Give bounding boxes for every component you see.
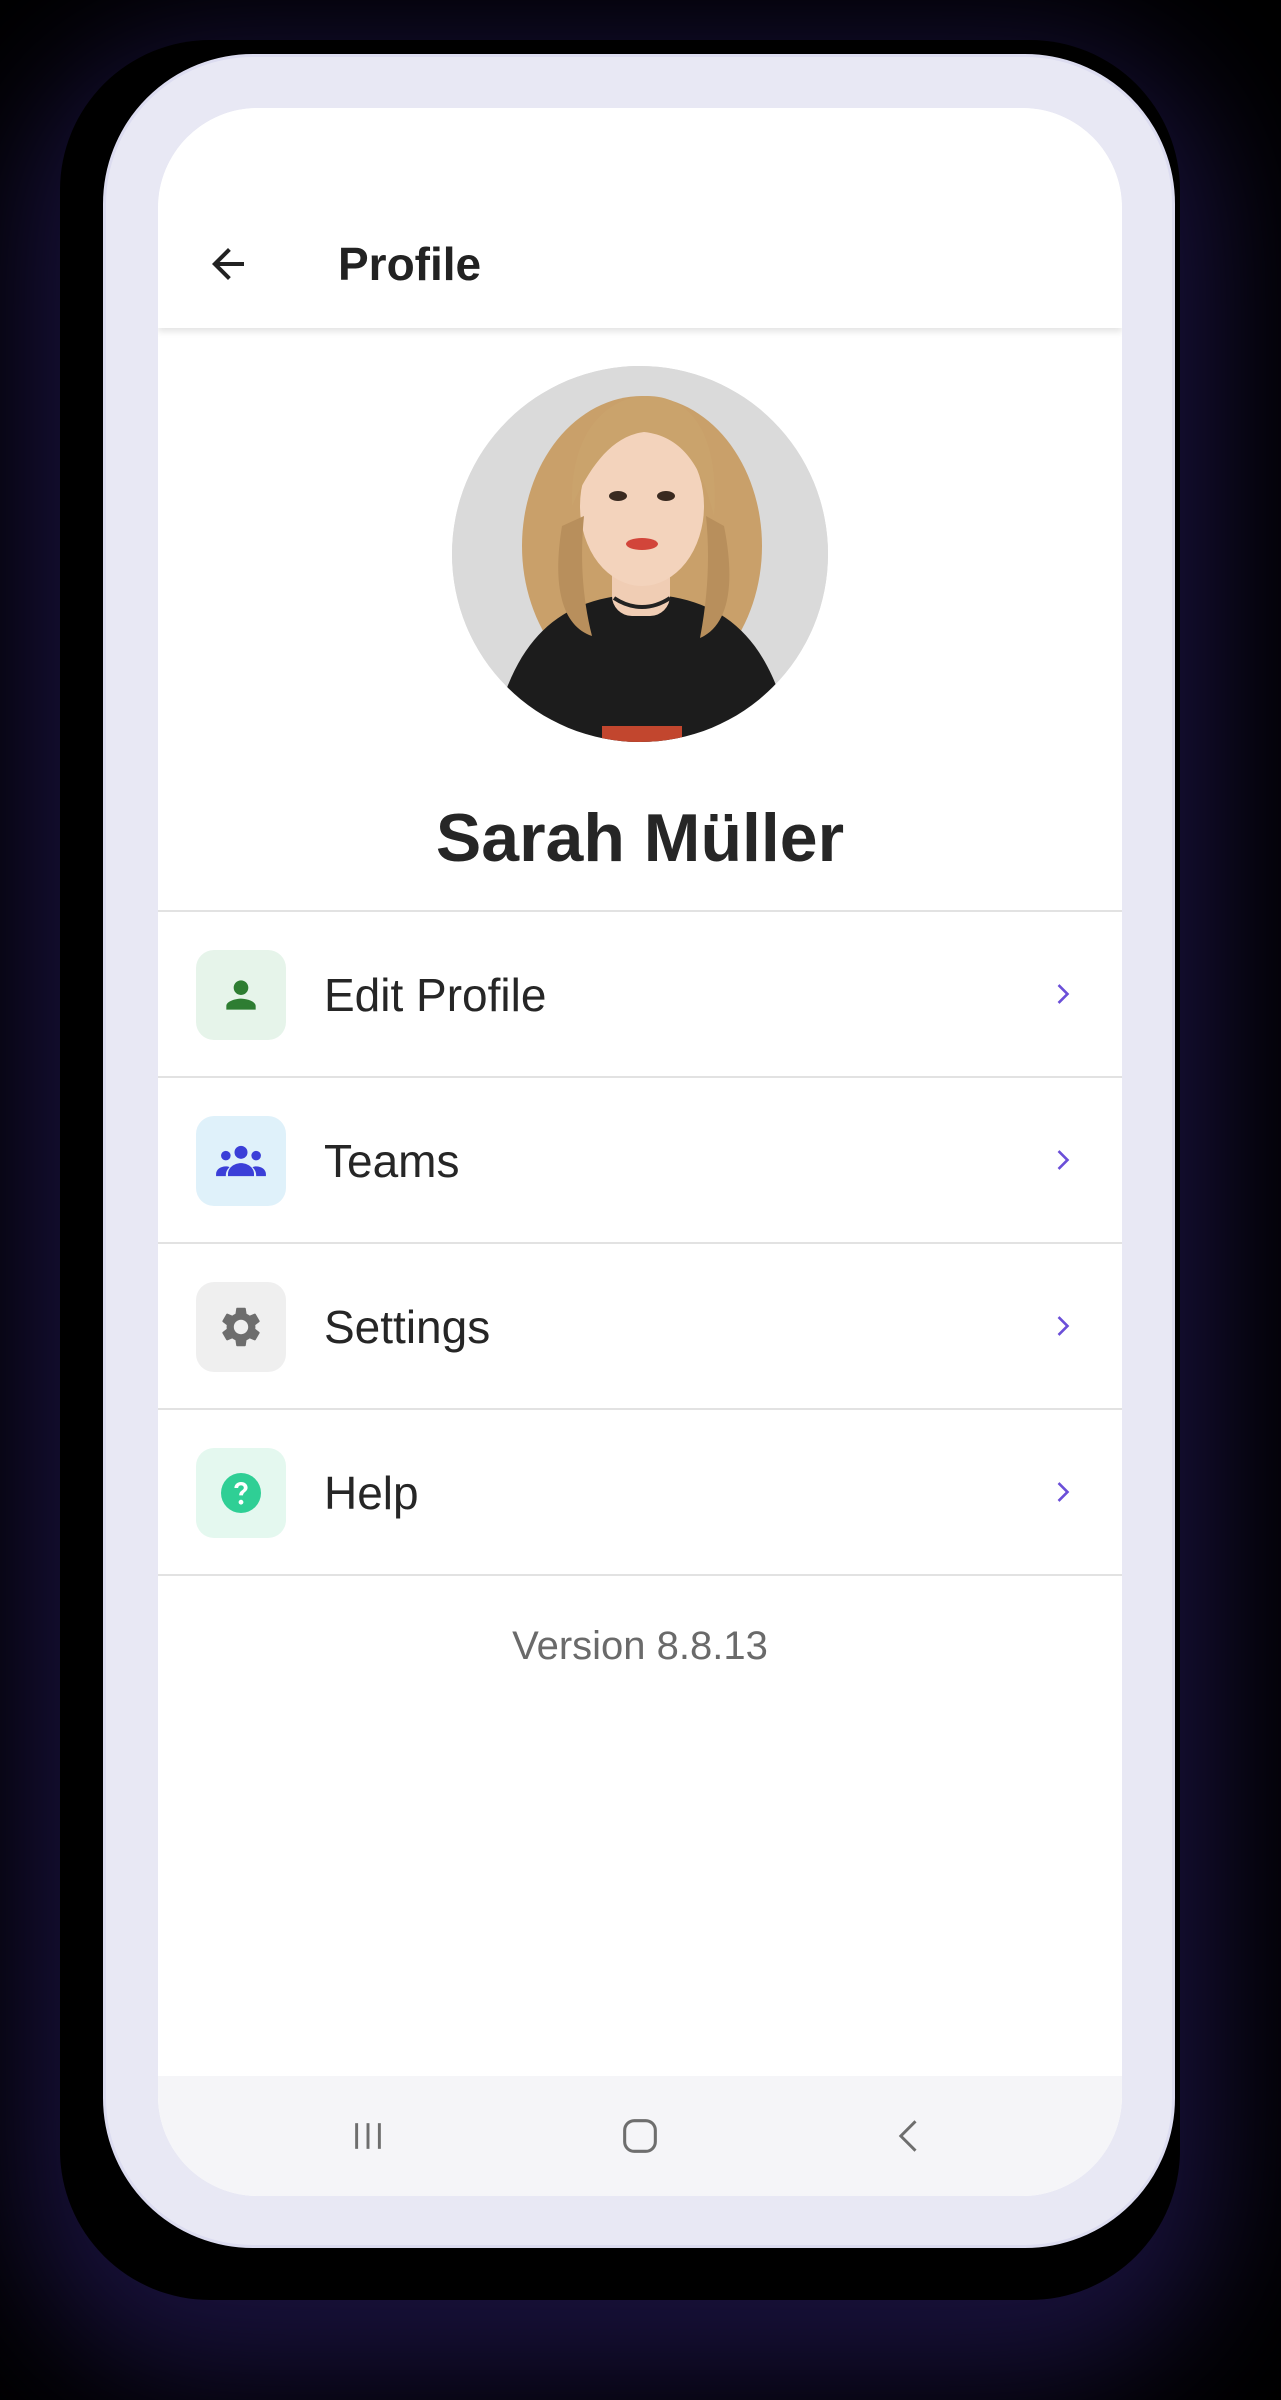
menu-item-settings[interactable]: Settings	[158, 1244, 1122, 1410]
page-title: Profile	[338, 238, 482, 290]
menu-item-edit-profile[interactable]: Edit Profile	[158, 912, 1122, 1078]
chevron-right-icon	[1044, 1306, 1084, 1346]
system-nav-bar	[158, 2076, 1122, 2196]
menu-item-label: Settings	[324, 1301, 491, 1353]
chevron-right-icon	[1044, 974, 1084, 1014]
menu-item-label: Help	[324, 1467, 419, 1519]
help-icon-box	[196, 1448, 286, 1538]
user-name: Sarah Müller	[435, 800, 845, 876]
arrow-left-icon	[212, 248, 244, 280]
gear-icon	[222, 1307, 260, 1347]
chevron-right-icon	[1044, 1140, 1084, 1180]
settings-icon-box	[196, 1282, 286, 1372]
recent-apps-button[interactable]	[338, 2106, 398, 2166]
person-icon	[226, 980, 256, 1010]
avatar	[452, 366, 828, 742]
home-icon	[623, 2119, 657, 2153]
help-circle-icon	[221, 1473, 261, 1513]
system-back-button[interactable]	[880, 2106, 940, 2166]
menu-item-help[interactable]: Help	[158, 1410, 1122, 1576]
recent-apps-icon	[355, 2123, 381, 2149]
app-bar: Profile	[158, 108, 1122, 328]
menu-item-teams[interactable]: Teams	[158, 1078, 1122, 1244]
back-chevron-icon	[898, 2120, 917, 2152]
app-version: Version 8.8.13	[512, 1624, 768, 1668]
group-icon	[216, 1145, 266, 1177]
profile-menu: Edit Profile Teams Settings Help	[158, 910, 1122, 1576]
menu-item-label: Teams	[324, 1135, 460, 1187]
home-button[interactable]	[610, 2106, 670, 2166]
chevron-right-icon	[1044, 1472, 1084, 1512]
back-button[interactable]	[192, 228, 264, 300]
menu-item-label: Edit Profile	[324, 969, 547, 1021]
avatar-photo	[452, 366, 828, 742]
phone-screen: Profile Sarah Müller Edit Profile Teams …	[158, 108, 1122, 2196]
teams-icon-box	[196, 1116, 286, 1206]
edit-profile-icon-box	[196, 950, 286, 1040]
